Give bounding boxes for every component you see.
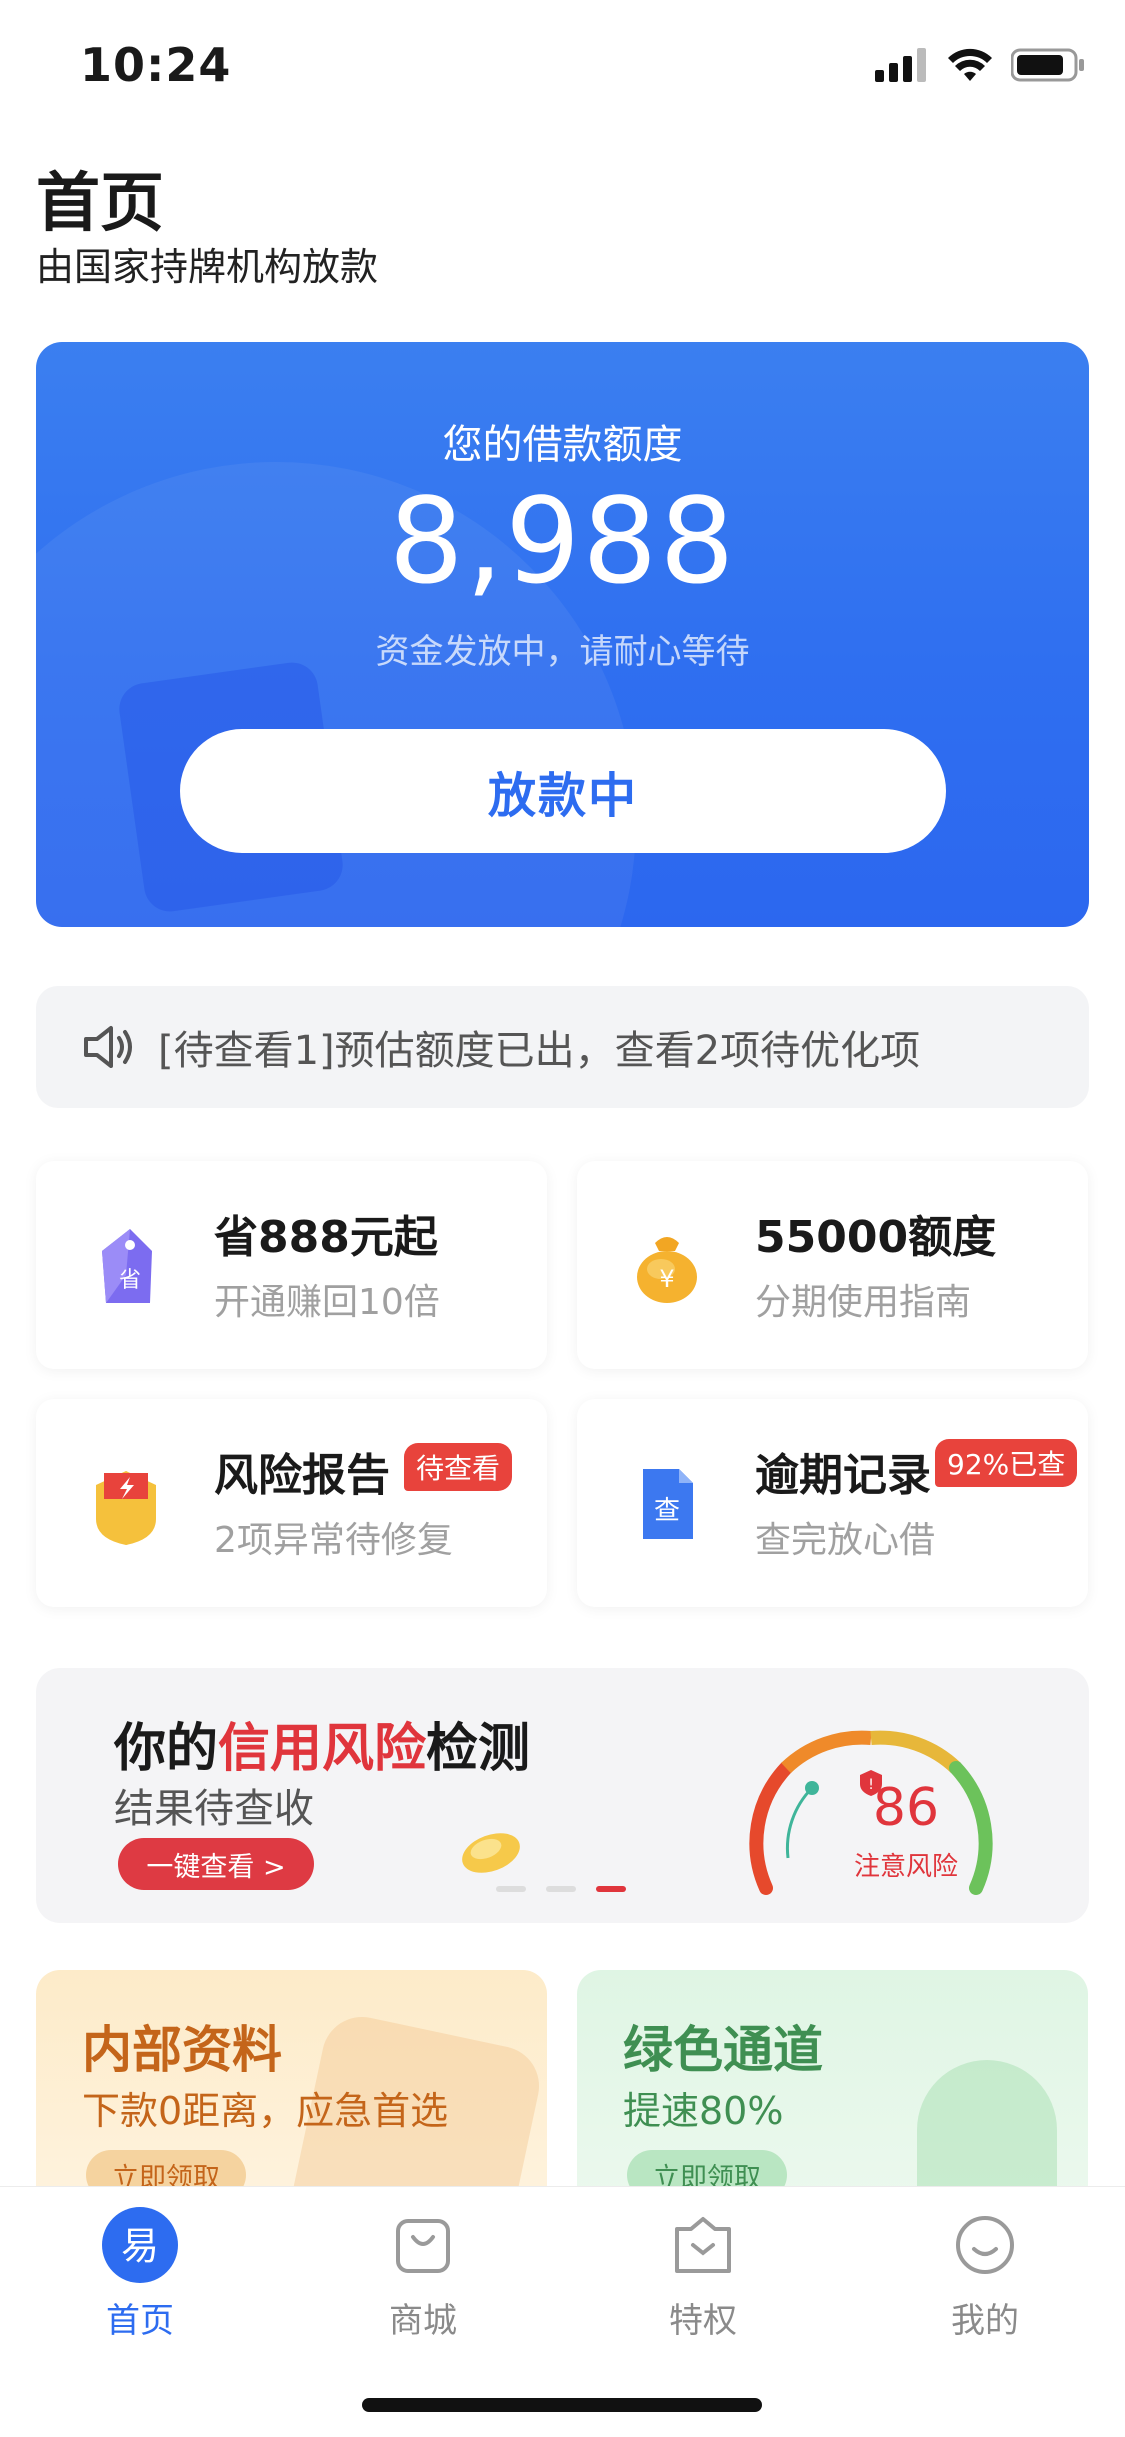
risk-score-gauge: !: [749, 1730, 993, 1895]
risk-score-label: 注意风险: [853, 1852, 959, 1882]
tile-title: 55000额度: [755, 1212, 997, 1263]
tab-label: 特权: [669, 2301, 737, 2341]
page-subtitle: 由国家持牌机构放款: [36, 245, 379, 289]
banner-subtitle: 结果待查收: [114, 1786, 314, 1832]
notice-bar[interactable]: [待查看1]预估额度已出，查看2项待优化项: [36, 986, 1089, 1108]
loan-limit-card: 您的借款额度 8,988 资金发放中，请耐心等待 放款中: [36, 342, 1089, 927]
shopping-bag-icon: [396, 2219, 450, 2273]
risk-shield-icon: [96, 1471, 156, 1545]
tab-label: 商城: [389, 2301, 457, 2341]
carousel-indicator: [496, 1886, 626, 1892]
carousel-dot-active: [596, 1886, 626, 1892]
status-icons: [875, 48, 1085, 82]
promo-subtitle: 提速80%: [623, 2089, 784, 2133]
loan-limit-label: 您的借款额度: [442, 422, 683, 468]
promo-subtitle: 下款0距离，应急首选: [82, 2089, 449, 2133]
banner-title-post: 检测: [426, 1719, 531, 1779]
banner-title-pre: 你的: [114, 1719, 219, 1779]
svg-text:¥: ¥: [659, 1265, 674, 1293]
battery-icon: [1011, 48, 1084, 82]
speaker-icon: [84, 1026, 132, 1068]
risk-score: 86: [872, 1778, 940, 1838]
tile-savings[interactable]: 省 省888元起 开通赚回10倍: [36, 1161, 547, 1369]
tile-title: 逾期记录: [755, 1450, 931, 1501]
savings-tag-icon: 省: [102, 1229, 152, 1303]
tile-subtitle: 2项异常待修复: [214, 1520, 453, 1561]
tab-home[interactable]: 易 首页: [60, 2207, 220, 2342]
tile-title: 省888元起: [214, 1212, 438, 1263]
promo-card-internal-info[interactable]: 内部资料 下款0距离，应急首选 立即领取: [36, 1970, 547, 2210]
tile-title: 风险报告: [214, 1450, 390, 1501]
smiley-profile-icon: [956, 2216, 1014, 2274]
banner-title: 你的信用风险检测: [114, 1706, 530, 1781]
loan-status-note: 资金发放中，请耐心等待: [375, 632, 750, 672]
check-now-button[interactable]: 一键查看 >: [118, 1838, 314, 1890]
svg-text:易: 易: [121, 2224, 159, 2268]
disbursing-button[interactable]: 放款中: [180, 729, 946, 853]
tab-label: 我的: [951, 2301, 1019, 2341]
status-badge: 92%已查: [935, 1439, 1078, 1487]
tile-overdue-record[interactable]: 查 逾期记录 92%已查 查完放心借: [577, 1399, 1088, 1607]
status-time: 10:24: [80, 38, 232, 92]
signal-icon: [875, 48, 926, 82]
status-badge: 待查看: [404, 1443, 513, 1491]
tile-subtitle: 开通赚回10倍: [214, 1282, 440, 1323]
promo-card-green-channel[interactable]: 绿色通道 提速80% 立即领取: [577, 1970, 1088, 2210]
carousel-dot: [546, 1886, 576, 1892]
tile-subtitle: 查完放心借: [755, 1520, 936, 1561]
coin-icon: [462, 1833, 520, 1873]
credit-risk-banner[interactable]: 你的信用风险检测 结果待查收 一键查看 > ! 86 注意风险: [36, 1668, 1089, 1923]
loan-limit-amount: 8,988: [388, 472, 737, 610]
wifi-icon: [948, 48, 992, 81]
page-title: 首页: [36, 167, 164, 241]
svg-text:省: 省: [119, 1268, 141, 1293]
banner-title-highlight: 信用风险: [218, 1719, 427, 1779]
privilege-box-icon: [675, 2217, 731, 2273]
tile-risk-report[interactable]: 风险报告 待查看 2项异常待修复: [36, 1399, 547, 1607]
svg-text:查: 查: [654, 1496, 680, 1526]
carousel-dot: [496, 1886, 526, 1892]
document-check-icon: 查: [643, 1469, 693, 1539]
notice-text: [待查看1]预估额度已出，查看2项待优化项: [158, 1028, 921, 1074]
promo-title: 内部资料: [82, 2021, 282, 2079]
tile-credit-limit[interactable]: ¥ 55000额度 分期使用指南: [577, 1161, 1088, 1369]
tab-mine[interactable]: 我的: [905, 2207, 1065, 2342]
home-indicator[interactable]: [362, 2398, 762, 2412]
tab-label: 首页: [106, 2301, 174, 2341]
home-logo-icon: 易: [102, 2207, 178, 2283]
tab-privilege[interactable]: 特权: [623, 2207, 783, 2342]
promo-title: 绿色通道: [623, 2021, 823, 2079]
tab-mall[interactable]: 商城: [343, 2207, 503, 2342]
money-bag-icon: ¥: [637, 1237, 697, 1303]
tile-subtitle: 分期使用指南: [755, 1282, 972, 1323]
